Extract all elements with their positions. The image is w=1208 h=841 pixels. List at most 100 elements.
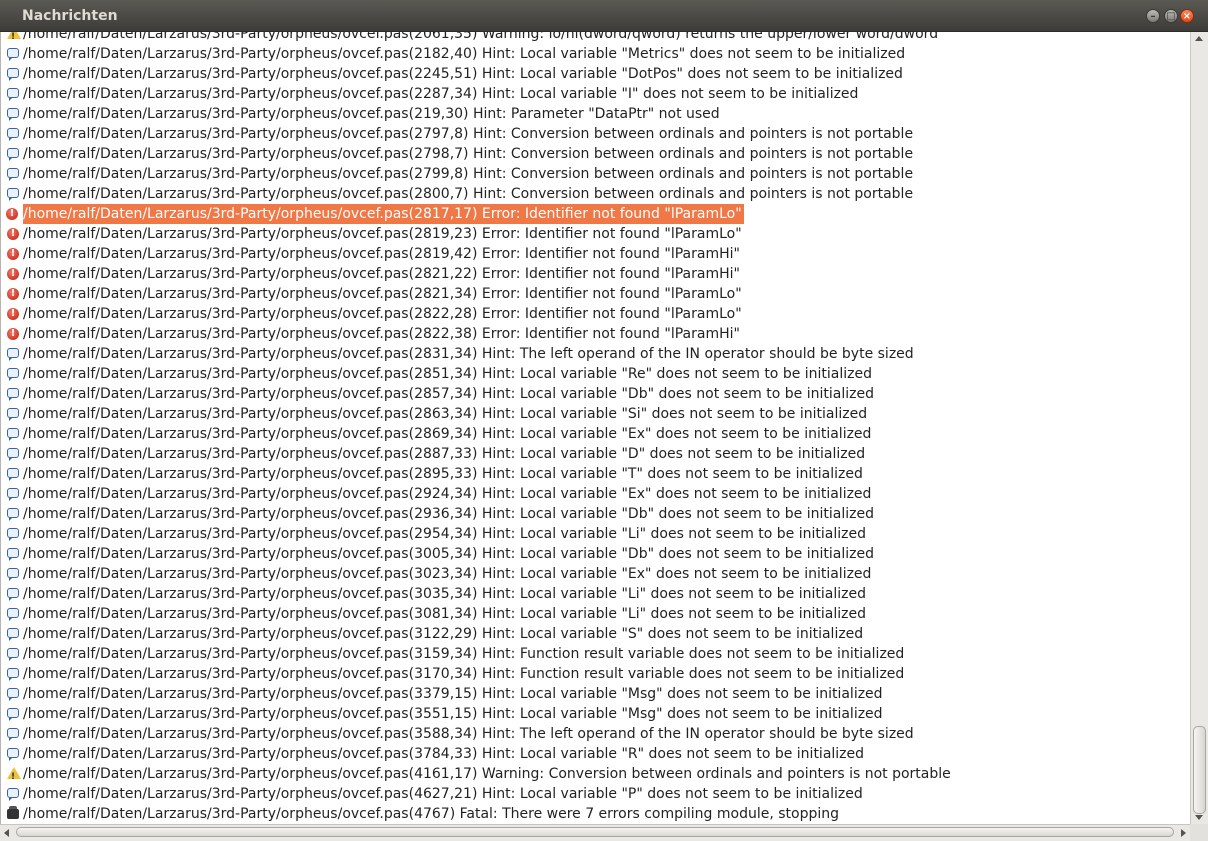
message-row[interactable]: /home/ralf/Daten/Larzarus/3rd-Party/orph… (1, 364, 1190, 384)
hint-icon (7, 368, 19, 381)
error-icon (7, 244, 19, 264)
message-text: /home/ralf/Daten/Larzarus/3rd-Party/orph… (23, 32, 939, 42)
hint-icon (7, 188, 19, 201)
message-row[interactable]: /home/ralf/Daten/Larzarus/3rd-Party/orph… (1, 584, 1190, 604)
hint-icon (7, 548, 19, 561)
message-row[interactable]: /home/ralf/Daten/Larzarus/3rd-Party/orph… (1, 784, 1190, 804)
fatal-icon (7, 806, 19, 819)
message-text: /home/ralf/Daten/Larzarus/3rd-Party/orph… (23, 204, 744, 224)
message-text: /home/ralf/Daten/Larzarus/3rd-Party/orph… (23, 786, 863, 802)
message-text: /home/ralf/Daten/Larzarus/3rd-Party/orph… (23, 106, 720, 122)
message-row[interactable]: /home/ralf/Daten/Larzarus/3rd-Party/orph… (1, 344, 1190, 364)
hint-icon (7, 388, 19, 401)
horizontal-scrollbar[interactable] (0, 824, 1190, 841)
message-row[interactable]: /home/ralf/Daten/Larzarus/3rd-Party/orph… (1, 664, 1190, 684)
message-row[interactable]: /home/ralf/Daten/Larzarus/3rd-Party/orph… (1, 32, 1190, 47)
hint-icon (7, 148, 19, 161)
hint-icon (7, 68, 19, 81)
message-row[interactable]: /home/ralf/Daten/Larzarus/3rd-Party/orph… (1, 464, 1190, 484)
message-row[interactable]: /home/ralf/Daten/Larzarus/3rd-Party/orph… (1, 84, 1190, 104)
message-text: /home/ralf/Daten/Larzarus/3rd-Party/orph… (23, 66, 903, 82)
message-text: /home/ralf/Daten/Larzarus/3rd-Party/orph… (23, 346, 914, 362)
message-text: /home/ralf/Daten/Larzarus/3rd-Party/orph… (23, 526, 866, 542)
message-row[interactable]: /home/ralf/Daten/Larzarus/3rd-Party/orph… (1, 684, 1190, 704)
message-row[interactable]: /home/ralf/Daten/Larzarus/3rd-Party/orph… (1, 724, 1190, 744)
message-row[interactable]: /home/ralf/Daten/Larzarus/3rd-Party/orph… (1, 764, 1190, 787)
title-bar[interactable]: Nachrichten – □ × (0, 0, 1208, 32)
error-icon (7, 224, 19, 244)
message-text: /home/ralf/Daten/Larzarus/3rd-Party/orph… (23, 46, 906, 62)
message-row[interactable]: /home/ralf/Daten/Larzarus/3rd-Party/orph… (1, 504, 1190, 524)
message-text: /home/ralf/Daten/Larzarus/3rd-Party/orph… (23, 746, 865, 762)
scroll-left-arrow-icon[interactable] (4, 829, 9, 837)
message-row[interactable]: /home/ralf/Daten/Larzarus/3rd-Party/orph… (1, 444, 1190, 464)
message-row[interactable]: /home/ralf/Daten/Larzarus/3rd-Party/orph… (1, 404, 1190, 424)
message-row[interactable]: /home/ralf/Daten/Larzarus/3rd-Party/orph… (1, 644, 1190, 664)
message-row[interactable]: /home/ralf/Daten/Larzarus/3rd-Party/orph… (1, 224, 1190, 244)
close-button[interactable]: × (1180, 9, 1194, 23)
message-row[interactable]: /home/ralf/Daten/Larzarus/3rd-Party/orph… (1, 44, 1190, 64)
message-row[interactable]: /home/ralf/Daten/Larzarus/3rd-Party/orph… (1, 164, 1190, 184)
hint-icon (7, 528, 19, 541)
hint-icon (7, 408, 19, 421)
message-text: /home/ralf/Daten/Larzarus/3rd-Party/orph… (23, 646, 905, 662)
message-text: /home/ralf/Daten/Larzarus/3rd-Party/orph… (23, 306, 742, 322)
scrollbar-corner (1190, 824, 1208, 841)
message-row[interactable]: /home/ralf/Daten/Larzarus/3rd-Party/orph… (1, 284, 1190, 304)
error-icon (7, 264, 19, 284)
hint-icon (7, 448, 19, 461)
message-row[interactable]: /home/ralf/Daten/Larzarus/3rd-Party/orph… (1, 384, 1190, 404)
message-row[interactable]: /home/ralf/Daten/Larzarus/3rd-Party/orph… (1, 104, 1190, 124)
vertical-scroll-thumb[interactable] (1193, 726, 1206, 814)
message-text: /home/ralf/Daten/Larzarus/3rd-Party/orph… (23, 506, 874, 522)
scroll-up-arrow-icon[interactable] (1195, 36, 1203, 41)
message-text: /home/ralf/Daten/Larzarus/3rd-Party/orph… (23, 406, 868, 422)
message-row[interactable]: /home/ralf/Daten/Larzarus/3rd-Party/orph… (1, 264, 1190, 284)
message-row[interactable]: /home/ralf/Daten/Larzarus/3rd-Party/orph… (1, 564, 1190, 584)
message-row[interactable]: /home/ralf/Daten/Larzarus/3rd-Party/orph… (1, 64, 1190, 84)
message-row[interactable]: /home/ralf/Daten/Larzarus/3rd-Party/orph… (1, 424, 1190, 444)
hint-icon (7, 468, 19, 481)
message-text: /home/ralf/Daten/Larzarus/3rd-Party/orph… (23, 86, 859, 102)
message-row[interactable]: /home/ralf/Daten/Larzarus/3rd-Party/orph… (1, 204, 1190, 224)
hint-icon (7, 348, 19, 361)
message-row[interactable]: /home/ralf/Daten/Larzarus/3rd-Party/orph… (1, 244, 1190, 264)
hint-icon (7, 748, 19, 761)
message-row[interactable]: /home/ralf/Daten/Larzarus/3rd-Party/orph… (1, 704, 1190, 724)
scroll-down-arrow-icon[interactable] (1195, 815, 1203, 820)
message-text: /home/ralf/Daten/Larzarus/3rd-Party/orph… (23, 546, 874, 562)
message-text: /home/ralf/Daten/Larzarus/3rd-Party/orph… (23, 426, 872, 442)
message-row[interactable]: /home/ralf/Daten/Larzarus/3rd-Party/orph… (1, 184, 1190, 204)
message-row[interactable]: /home/ralf/Daten/Larzarus/3rd-Party/orph… (1, 324, 1190, 344)
message-row[interactable]: /home/ralf/Daten/Larzarus/3rd-Party/orph… (1, 304, 1190, 324)
message-text: /home/ralf/Daten/Larzarus/3rd-Party/orph… (23, 226, 742, 242)
maximize-button[interactable]: □ (1164, 9, 1178, 23)
message-row[interactable]: /home/ralf/Daten/Larzarus/3rd-Party/orph… (1, 484, 1190, 504)
message-text: /home/ralf/Daten/Larzarus/3rd-Party/orph… (23, 466, 863, 482)
message-text: /home/ralf/Daten/Larzarus/3rd-Party/orph… (23, 586, 866, 602)
hint-icon (7, 608, 19, 621)
hint-icon (7, 588, 19, 601)
hint-icon (7, 488, 19, 501)
warning-icon (7, 32, 21, 47)
error-icon (7, 304, 19, 324)
hint-icon (7, 48, 19, 61)
message-text: /home/ralf/Daten/Larzarus/3rd-Party/orph… (23, 606, 866, 622)
message-row[interactable]: /home/ralf/Daten/Larzarus/3rd-Party/orph… (1, 144, 1190, 164)
message-text: /home/ralf/Daten/Larzarus/3rd-Party/orph… (23, 146, 914, 162)
message-row[interactable]: /home/ralf/Daten/Larzarus/3rd-Party/orph… (1, 604, 1190, 624)
message-text: /home/ralf/Daten/Larzarus/3rd-Party/orph… (23, 286, 742, 302)
messages-window: Nachrichten – □ × /home/ralf/Daten/Larza… (0, 0, 1208, 841)
message-row[interactable]: /home/ralf/Daten/Larzarus/3rd-Party/orph… (1, 744, 1190, 764)
message-text: /home/ralf/Daten/Larzarus/3rd-Party/orph… (23, 386, 874, 402)
message-row[interactable]: /home/ralf/Daten/Larzarus/3rd-Party/orph… (1, 804, 1190, 824)
message-row[interactable]: /home/ralf/Daten/Larzarus/3rd-Party/orph… (1, 624, 1190, 644)
horizontal-scroll-thumb[interactable] (16, 827, 1174, 837)
message-row[interactable]: /home/ralf/Daten/Larzarus/3rd-Party/orph… (1, 124, 1190, 144)
message-list[interactable]: /home/ralf/Daten/Larzarus/3rd-Party/orph… (0, 32, 1190, 824)
minimize-button[interactable]: – (1146, 9, 1160, 23)
vertical-scrollbar[interactable] (1190, 32, 1208, 824)
scroll-right-arrow-icon[interactable] (1181, 829, 1186, 837)
message-row[interactable]: /home/ralf/Daten/Larzarus/3rd-Party/orph… (1, 544, 1190, 564)
message-row[interactable]: /home/ralf/Daten/Larzarus/3rd-Party/orph… (1, 524, 1190, 544)
